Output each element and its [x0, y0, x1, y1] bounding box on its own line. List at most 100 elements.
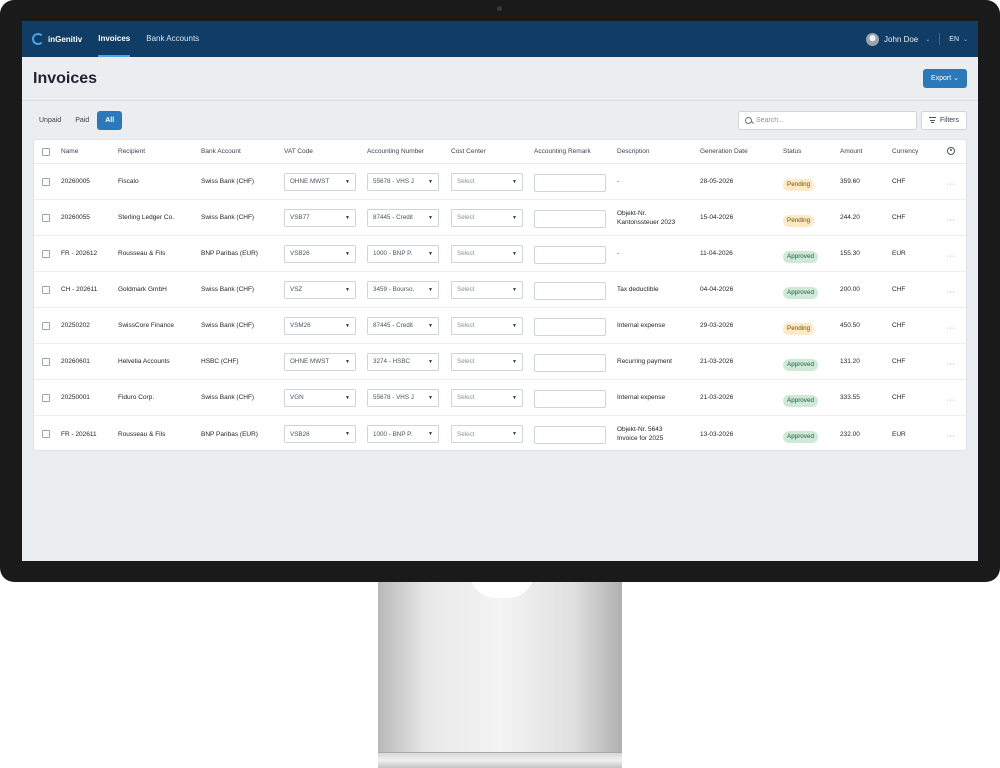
accounting-remark-input[interactable]: [534, 209, 606, 228]
caret-down-icon: ▼: [428, 394, 433, 401]
row-actions[interactable]: ···: [942, 173, 960, 191]
row-actions[interactable]: ···: [942, 389, 960, 407]
column-settings[interactable]: [942, 146, 960, 157]
cost-center-select[interactable]: Select ▼: [451, 172, 523, 191]
nav-invoices[interactable]: Invoices: [98, 21, 131, 57]
column-header-description[interactable]: Description: [617, 148, 700, 155]
vat-code-select[interactable]: VGN ▼: [284, 388, 356, 407]
caret-down-icon: ▼: [512, 394, 517, 401]
vat-code-select[interactable]: VSB26 ▼: [284, 425, 356, 443]
table-row[interactable]: CH - 202611 Goldmark GmbH Swiss Bank (CH…: [34, 272, 966, 308]
cost-center-select[interactable]: Select ▼: [451, 208, 523, 227]
user-menu[interactable]: John Doe ⌄: [866, 32, 930, 46]
vat-code-select[interactable]: VSM26 ▼: [284, 316, 356, 335]
vat-code-select[interactable]: VSB26 ▼: [284, 244, 356, 263]
accounting-number-select[interactable]: 55678 - VHS J ▼: [367, 172, 439, 191]
cost-center-value: Select: [457, 322, 475, 329]
export-button[interactable]: Export ⌄: [922, 69, 967, 88]
row-checkbox[interactable]: [42, 177, 50, 186]
vat-code-select[interactable]: OHNE MWST ▼: [284, 352, 356, 371]
table-row[interactable]: 20250202 SwissCore Finance Swiss Bank (C…: [34, 308, 966, 344]
table-row[interactable]: 20260055 Sterling Ledger Co. Swiss Bank …: [34, 200, 966, 236]
accounting-remark-input[interactable]: [534, 173, 606, 192]
tab-paid[interactable]: Paid: [69, 111, 95, 130]
table-row[interactable]: 20260601 Helvetia Accounts HSBC (CHF) OH…: [34, 344, 966, 380]
tab-all[interactable]: All: [97, 110, 123, 130]
accounting-remark-input[interactable]: [534, 353, 606, 372]
table-row[interactable]: 20260005 Fiscalo Swiss Bank (CHF) OHNE M…: [34, 164, 966, 200]
cost-center-select[interactable]: Select ▼: [451, 388, 523, 407]
column-header-bank-account[interactable]: Bank Account: [201, 148, 284, 155]
search-input[interactable]: [755, 116, 906, 124]
cell-status: Pending: [783, 173, 840, 191]
row-actions[interactable]: ···: [942, 245, 960, 263]
column-header-accounting-number[interactable]: Accounting Number: [367, 148, 451, 155]
vat-code-select[interactable]: VSB77 ▼: [284, 208, 356, 227]
column-header-status[interactable]: Status: [783, 148, 840, 155]
column-header-amount[interactable]: Amount: [840, 148, 892, 155]
column-header-currency[interactable]: Currency: [892, 148, 942, 155]
table-row[interactable]: 20250001 Fiduro Corp. Swiss Bank (CHF) V…: [34, 380, 966, 416]
cell-status: Approved: [783, 425, 840, 443]
cost-center-select[interactable]: Select ▼: [451, 352, 523, 371]
cell-recipient: Fiscalo: [118, 178, 139, 185]
row-actions[interactable]: ···: [942, 425, 960, 443]
row-actions[interactable]: ···: [942, 281, 960, 299]
cost-center-value: Select: [457, 250, 475, 257]
column-header-vat-code[interactable]: VAT Code: [284, 148, 367, 155]
row-actions[interactable]: ···: [942, 209, 960, 227]
caret-down-icon: ▼: [345, 322, 350, 329]
brand-logo[interactable]: inGenitiv: [32, 33, 82, 45]
language-select[interactable]: EN ⌄: [949, 36, 968, 43]
cost-center-select[interactable]: Select ▼: [451, 244, 523, 263]
accounting-remark-input[interactable]: [534, 281, 606, 300]
row-checkbox[interactable]: [42, 430, 50, 438]
row-actions[interactable]: ···: [942, 317, 960, 335]
column-header-cost-center[interactable]: Cost Center: [451, 148, 534, 155]
select-all-checkbox[interactable]: [42, 147, 50, 156]
cell-description: Objekt-Nr. 5643 Invoice for 2025: [617, 426, 664, 442]
caret-down-icon: ▼: [512, 358, 517, 365]
cell-description: -: [617, 178, 620, 185]
column-header-recipient[interactable]: Recipient: [118, 148, 201, 155]
cell-bank-account: Swiss Bank (CHF): [201, 322, 255, 329]
nav-bank-accounts[interactable]: Bank Accounts: [146, 21, 199, 57]
cost-center-select[interactable]: Select ▼: [451, 425, 523, 443]
accounting-number-select[interactable]: 3274 - HSBC ▼: [367, 352, 439, 371]
status-tabs: Unpaid Paid All: [33, 110, 123, 130]
row-checkbox[interactable]: [42, 285, 50, 294]
cost-center-select[interactable]: Select ▼: [451, 280, 523, 299]
column-header-name[interactable]: Name: [61, 148, 118, 155]
row-checkbox-cell: [34, 177, 61, 186]
accounting-number-select[interactable]: 87445 - Credit ▼: [367, 316, 439, 335]
accounting-remark-input[interactable]: [534, 317, 606, 336]
vat-code-value: OHNE MWST: [290, 358, 330, 365]
cell-generation-date: 11-04-2026: [700, 250, 733, 257]
accounting-remark-input[interactable]: [534, 426, 606, 445]
row-checkbox[interactable]: [42, 321, 50, 330]
tab-unpaid[interactable]: Unpaid: [33, 111, 67, 130]
column-header-generation-date[interactable]: Generation Date: [700, 148, 783, 155]
accounting-number-select[interactable]: 1000 - BNP P. ▼: [367, 425, 439, 443]
accounting-number-select[interactable]: 1000 - BNP P. ▼: [367, 244, 439, 263]
cost-center-select[interactable]: Select ▼: [451, 316, 523, 335]
vat-code-select[interactable]: OHNE MWST ▼: [284, 172, 356, 191]
filters-button[interactable]: Filters: [920, 110, 967, 130]
accounting-number-select[interactable]: 87445 - Credit ▼: [367, 208, 439, 227]
row-actions[interactable]: ···: [942, 353, 960, 371]
column-header-accounting-remark[interactable]: Accounting Remark: [534, 148, 617, 155]
row-checkbox[interactable]: [42, 249, 50, 258]
brand-name: inGenitiv: [48, 34, 83, 44]
row-checkbox[interactable]: [42, 393, 50, 402]
accounting-remark-input[interactable]: [534, 245, 606, 264]
accounting-remark-input[interactable]: [534, 389, 606, 408]
cell-currency: CHF: [892, 358, 906, 365]
row-checkbox[interactable]: [42, 213, 50, 222]
accounting-number-select[interactable]: 55678 - VHS J ▼: [367, 388, 439, 407]
cost-center-value: Select: [457, 358, 475, 365]
table-row[interactable]: FR - 202612 Rousseau & Fils BNP Paribas …: [34, 236, 966, 272]
accounting-number-select[interactable]: 3459 - Bourso. ▼: [367, 280, 439, 299]
vat-code-select[interactable]: VSZ ▼: [284, 280, 356, 299]
table-row[interactable]: FR - 202611 Rousseau & Fils BNP Paribas …: [34, 416, 966, 452]
row-checkbox[interactable]: [42, 357, 50, 366]
